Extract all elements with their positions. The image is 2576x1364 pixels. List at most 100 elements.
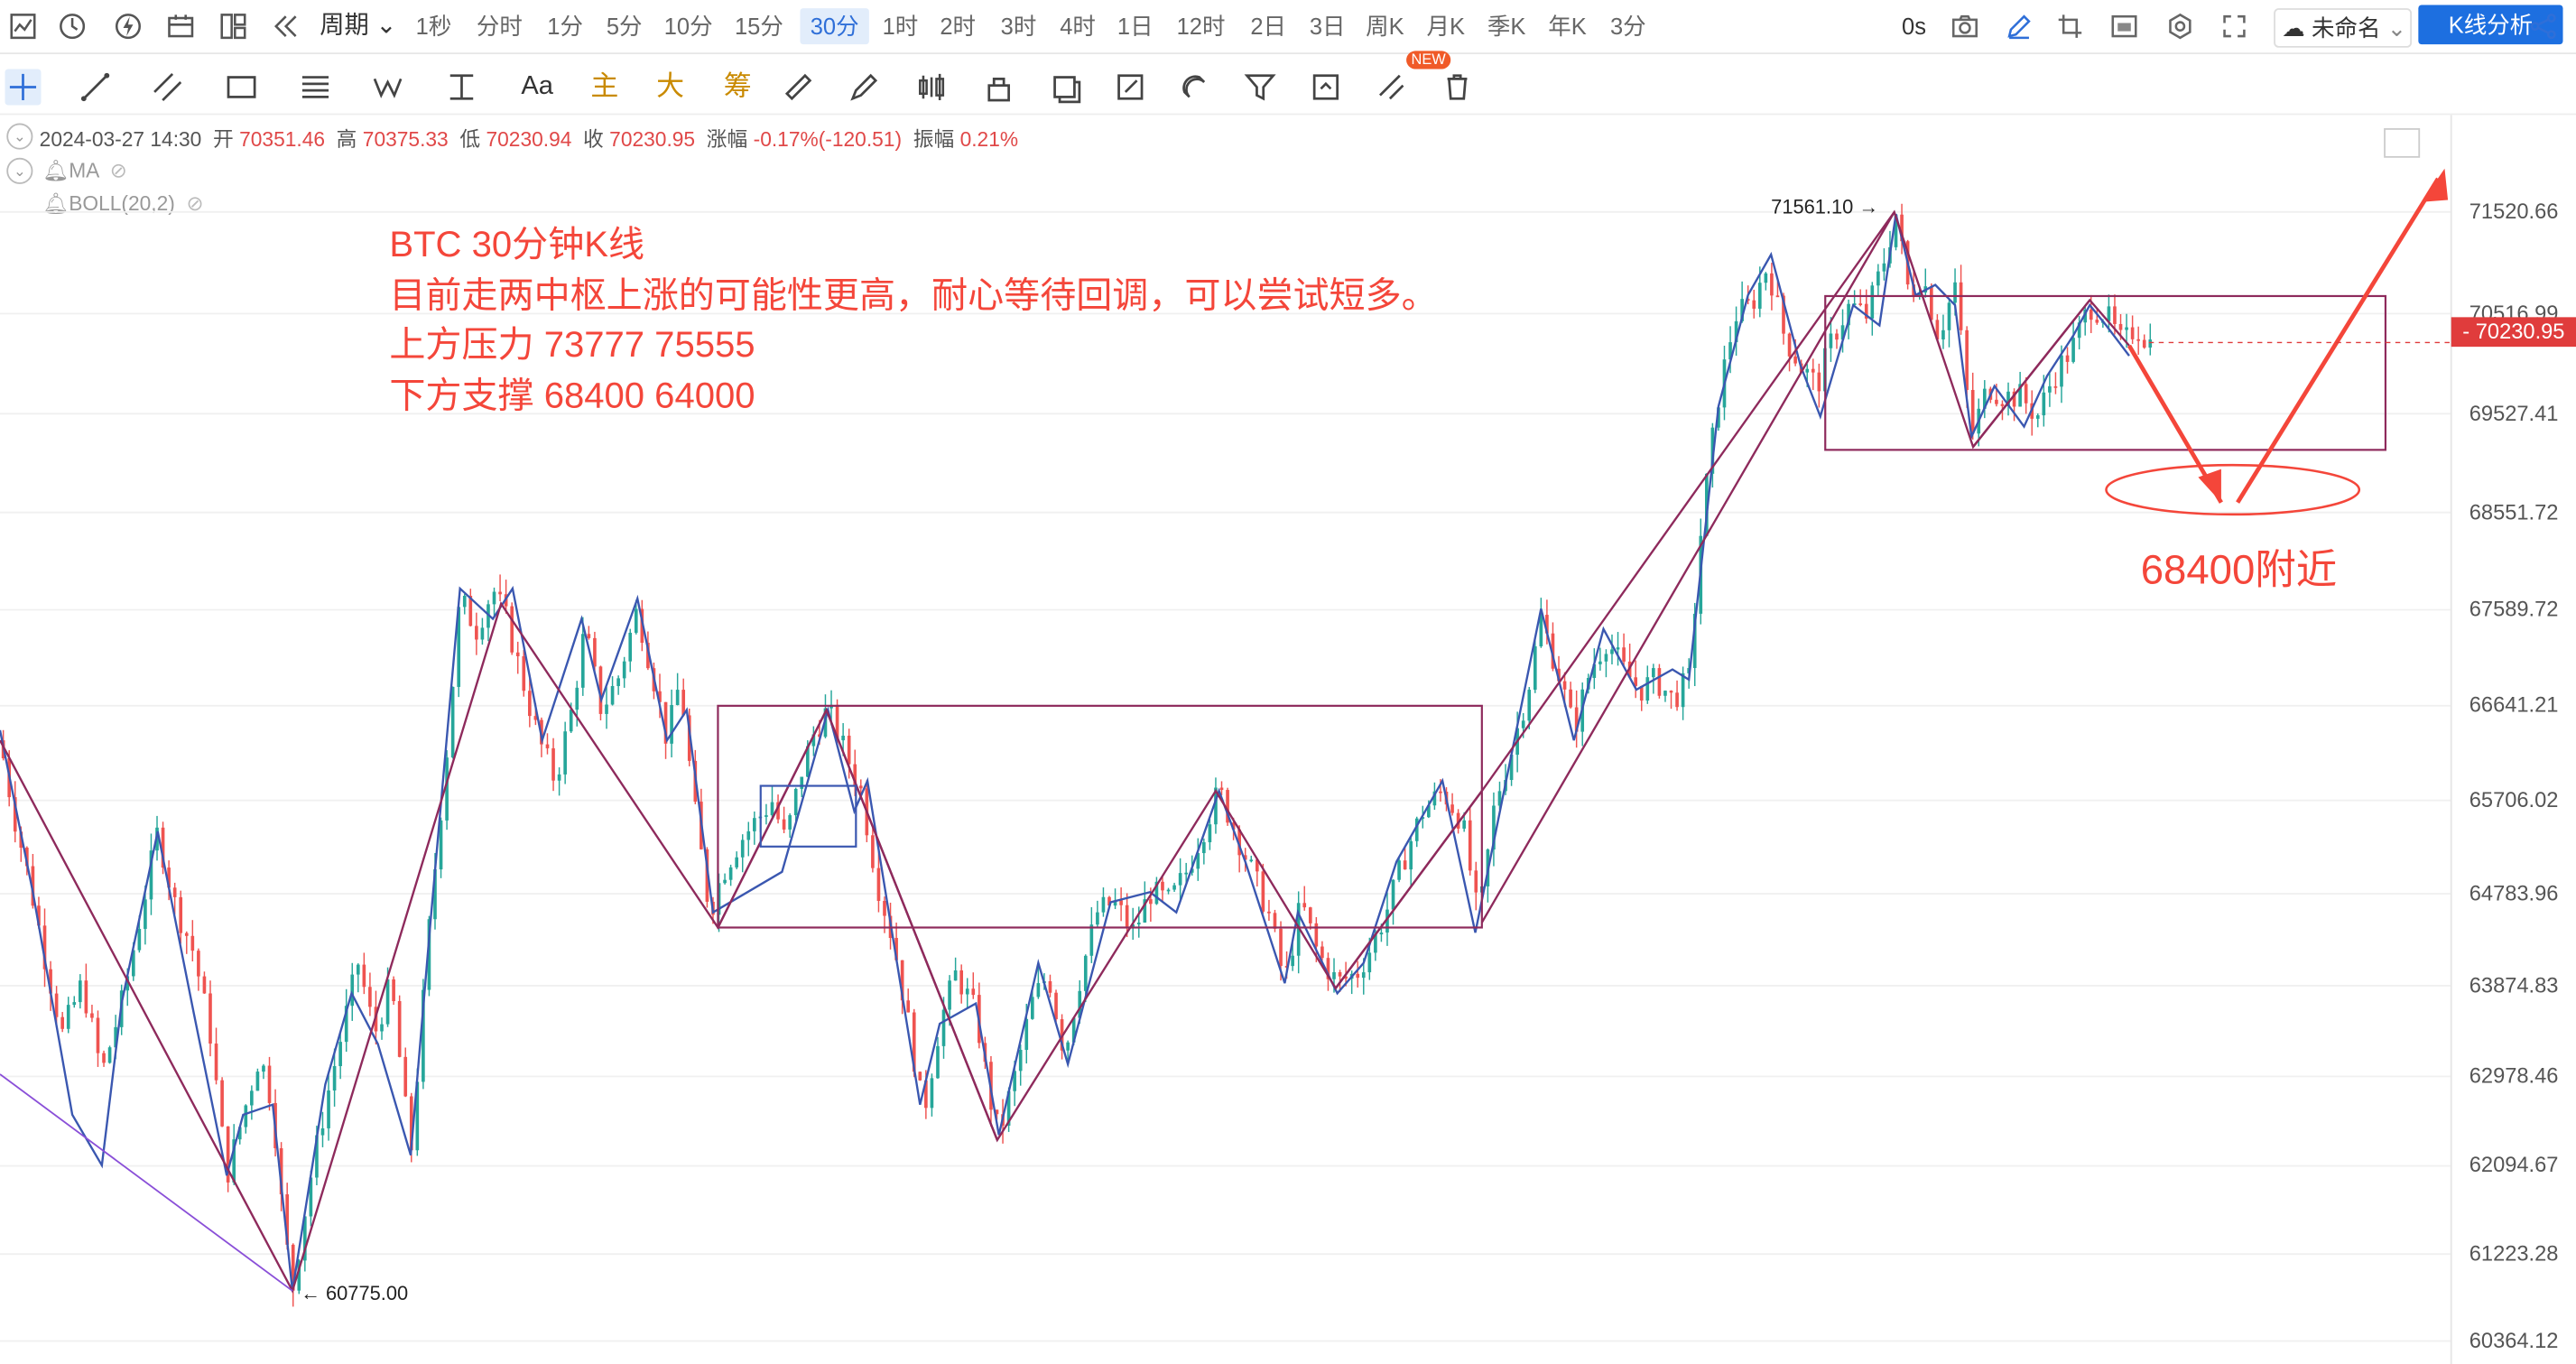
interval-1分[interactable]: 1分 (543, 8, 586, 44)
candle-body (2035, 415, 2040, 419)
interval-15分[interactable]: 15分 (731, 8, 787, 44)
y-tick-label: 64783.96 (2469, 880, 2559, 905)
period-select[interactable]: 周期 ⌄ (319, 8, 397, 44)
candle-body (2065, 355, 2070, 362)
candle-body (1273, 913, 1277, 929)
candle-body (332, 1066, 337, 1091)
interval-1时[interactable]: 1时 (877, 8, 923, 44)
interval-1日[interactable]: 1日 (1114, 8, 1156, 44)
candle-icon[interactable] (913, 69, 950, 105)
measure-icon[interactable] (443, 69, 479, 105)
candle-body (728, 867, 733, 880)
parallel-icon[interactable] (150, 69, 186, 105)
pencil-icon[interactable] (2003, 10, 2035, 42)
interval-2日[interactable]: 2日 (1246, 8, 1292, 44)
candle-body (1391, 879, 1395, 910)
candle-body (1947, 302, 1951, 330)
line-icon[interactable] (78, 69, 114, 105)
crop-icon[interactable] (2053, 10, 2086, 42)
edit-icon[interactable] (1112, 69, 1148, 105)
share-icon[interactable] (2526, 10, 2559, 42)
candle-body (1208, 824, 1212, 843)
y-tick-label: 66641.21 (2469, 692, 2559, 718)
interval-10分[interactable]: 10分 (661, 8, 717, 44)
interval-30分[interactable]: 30分 (800, 8, 869, 45)
candle-body (1757, 283, 1762, 309)
interval-季K[interactable]: 季K (1484, 8, 1530, 44)
refresh-icon[interactable] (1308, 69, 1344, 105)
interval-3日[interactable]: 3日 (1304, 8, 1350, 44)
copy-icon[interactable] (1046, 69, 1082, 105)
candle-body (953, 970, 958, 981)
settings-icon[interactable] (2164, 10, 2196, 42)
candle-body (1764, 273, 1768, 283)
candle-body (1291, 955, 1294, 967)
interval-2时[interactable]: 2时 (935, 8, 981, 44)
candle-body (1930, 286, 1933, 320)
interval-分时[interactable]: 分时 (471, 8, 527, 44)
candle-body (788, 815, 792, 830)
candle-body (1125, 905, 1129, 927)
calendar-icon[interactable] (164, 10, 197, 42)
text-tool-1[interactable]: 主 (587, 69, 623, 105)
candle-body (2142, 339, 2146, 348)
candle-body (338, 1042, 342, 1067)
interval-1秒[interactable]: 1秒 (412, 8, 455, 44)
candle-body (2071, 338, 2075, 362)
chart-icon[interactable] (6, 10, 39, 42)
candle-body (918, 1072, 922, 1081)
template-select[interactable]: ☁ 未命名 ⌄ (2274, 8, 2413, 48)
collapse-icon[interactable] (270, 10, 302, 42)
interval-3时[interactable]: 3时 (996, 8, 1042, 44)
fullscreen-icon[interactable] (2218, 10, 2250, 42)
chevron-down-icon: ⌄ (2386, 14, 2407, 42)
candle-body (262, 1065, 265, 1072)
trash-icon[interactable] (1439, 69, 1475, 105)
y-tick-label: 68551.72 (2469, 499, 2559, 524)
lock-icon[interactable] (981, 69, 1017, 105)
candle-body (735, 857, 738, 868)
candle-body (1338, 971, 1342, 977)
interval-5分[interactable]: 5分 (601, 8, 647, 44)
switch-icon[interactable] (1374, 69, 1410, 105)
interval-年K[interactable]: 年K (1544, 8, 1590, 44)
candle-body (1308, 907, 1312, 923)
candle-body (462, 596, 467, 608)
candle-body (1876, 271, 1880, 286)
interval-3分[interactable]: 3分 (1605, 8, 1651, 44)
y-tick-label: 62094.67 (2469, 1152, 2559, 1178)
text-tool-3[interactable]: 筹 (719, 69, 755, 105)
interval-月K[interactable]: 月K (1422, 8, 1469, 44)
candle-body (350, 974, 355, 1007)
candle-body (214, 1044, 218, 1081)
camera-icon[interactable] (1949, 10, 1981, 42)
text-tool-0[interactable]: Aa (516, 69, 559, 105)
brush-icon[interactable] (846, 69, 882, 105)
candle-body (1101, 896, 1106, 913)
crosshair-icon[interactable] (5, 69, 42, 106)
candle-body (1367, 952, 1372, 973)
interval-4时[interactable]: 4时 (1055, 8, 1101, 44)
candle-body (2089, 309, 2093, 320)
ruler-icon[interactable] (781, 69, 817, 105)
candle-body (1835, 333, 1839, 340)
cloud-icon: ☁ (2282, 14, 2305, 42)
interval-12时[interactable]: 12时 (1172, 8, 1231, 44)
image-icon[interactable] (2108, 10, 2140, 42)
interval-周K[interactable]: 周K (1362, 8, 1408, 44)
candle-body (385, 979, 390, 1025)
layout-icon[interactable] (217, 10, 249, 42)
rect-icon[interactable] (224, 69, 260, 105)
clock-icon[interactable] (56, 10, 88, 42)
filter-icon[interactable] (1242, 69, 1278, 105)
candle-body (971, 988, 976, 996)
candle-body (858, 785, 863, 789)
text-tool-2[interactable]: 大 (653, 69, 689, 105)
candle-body (1870, 285, 1875, 319)
candle-body (1533, 645, 1537, 691)
magnet-icon[interactable] (1176, 69, 1212, 105)
zigzag-leg (717, 709, 828, 929)
wave-icon[interactable] (370, 69, 406, 105)
bolt-icon[interactable] (112, 10, 144, 42)
fib-icon[interactable] (297, 69, 333, 105)
